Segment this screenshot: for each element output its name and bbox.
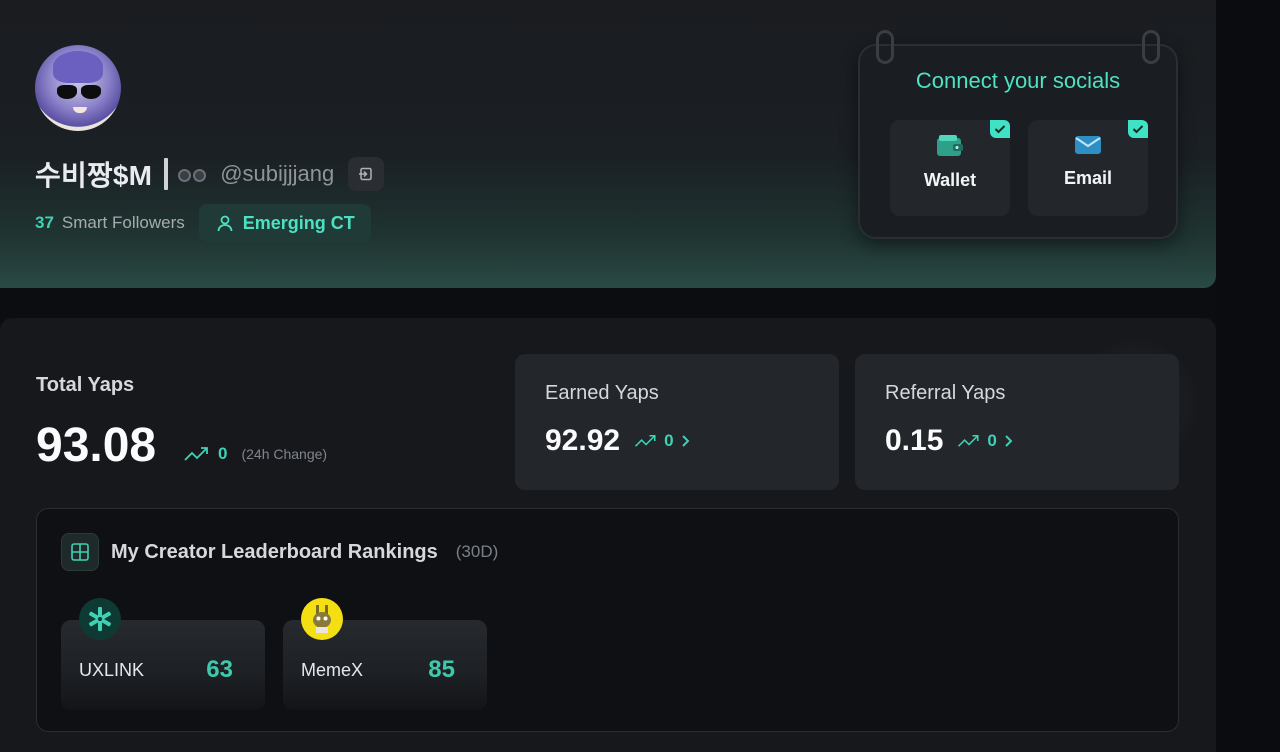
mail-icon [1075,136,1101,154]
wallet-tile[interactable]: Wallet [890,120,1010,216]
project-score: 85 [428,656,455,683]
earned-yaps-value: 92.92 [545,424,621,457]
total-yaps-value: 93.08 [36,419,157,472]
ranking-card-uxlink[interactable]: UXLINK 63 [61,598,265,710]
smart-followers-count: 37 [35,213,54,232]
rankings-title: My Creator Leaderboard Rankings [111,540,438,563]
total-change-value: 0 [218,444,228,463]
memex-logo-icon [301,598,343,640]
rankings-period: (30D) [455,542,499,561]
trend-up-icon [635,434,656,447]
layout-grid-icon [61,533,99,571]
binder-ring-icon [1142,30,1160,64]
chevron-right-icon [681,435,689,447]
follower-stats-row: 37 Smart Followers Emerging CT [35,204,371,242]
check-icon [1128,120,1148,138]
user-icon [217,215,233,232]
rankings-header: My Creator Leaderboard Rankings (30D) [61,533,498,571]
emerging-ct-badge[interactable]: Emerging CT [198,204,371,242]
right-scroll-gutter [1216,0,1280,752]
smart-followers-label: Smart Followers [61,213,185,232]
connect-socials-title: Connect your socials [915,68,1121,93]
total-yaps-label: Total Yaps [36,374,135,396]
email-tile[interactable]: Email [1028,120,1148,216]
change-period-label: (24h Change) [241,446,328,462]
avatar[interactable] [35,45,121,131]
logout-button[interactable] [348,157,385,191]
name-divider [164,158,169,190]
referral-yaps-label: Referral Yaps [885,382,1006,404]
binder-ring-icon [876,30,894,64]
earned-yaps-card[interactable]: Earned Yaps 92.92 0 [515,354,839,490]
referral-yaps-card[interactable]: Referral Yaps 0.15 0 [855,354,1179,490]
trend-up-icon [184,447,208,461]
display-name: 수비짱$M [35,160,153,191]
logout-icon [359,167,372,181]
profile-header: 수비짱$M @subijjjang 37 Smart Followers Eme… [0,0,1216,288]
connect-socials-card: Connect your socials Wallet Email [858,30,1178,239]
referral-change-value: 0 [987,431,997,450]
wallet-icon [937,135,963,156]
project-name: UXLINK [79,660,145,680]
earned-yaps-label: Earned Yaps [545,382,659,404]
binoculars-icon [178,163,208,185]
email-label: Email [1063,168,1113,188]
chevron-right-icon [1005,435,1013,447]
profile-name-row: 수비짱$M @subijjjang [35,155,385,193]
earned-change-value: 0 [664,431,674,450]
check-icon [990,120,1010,138]
ranking-card-memex[interactable]: MemeX 85 [283,598,487,710]
uxlink-logo-icon [79,598,121,640]
earned-yaps-change: 0 [634,431,689,451]
user-handle[interactable]: @subijjjang [220,161,334,187]
creator-leaderboard-rankings: My Creator Leaderboard Rankings (30D) UX… [36,508,1179,732]
yaps-panel: Total Yaps 93.08 0 (24h Change) Earned Y… [0,318,1216,752]
emerging-ct-label: Emerging CT [242,212,355,233]
referral-yaps-value: 0.15 [885,424,944,457]
trend-up-icon [958,434,979,447]
wallet-label: Wallet [923,170,977,190]
project-score: 63 [206,656,233,683]
referral-yaps-change: 0 [957,431,1013,451]
total-yaps-change: 0 (24h Change) [184,444,327,464]
page: 수비짱$M @subijjjang 37 Smart Followers Eme… [0,0,1280,752]
project-name: MemeX [301,660,364,680]
